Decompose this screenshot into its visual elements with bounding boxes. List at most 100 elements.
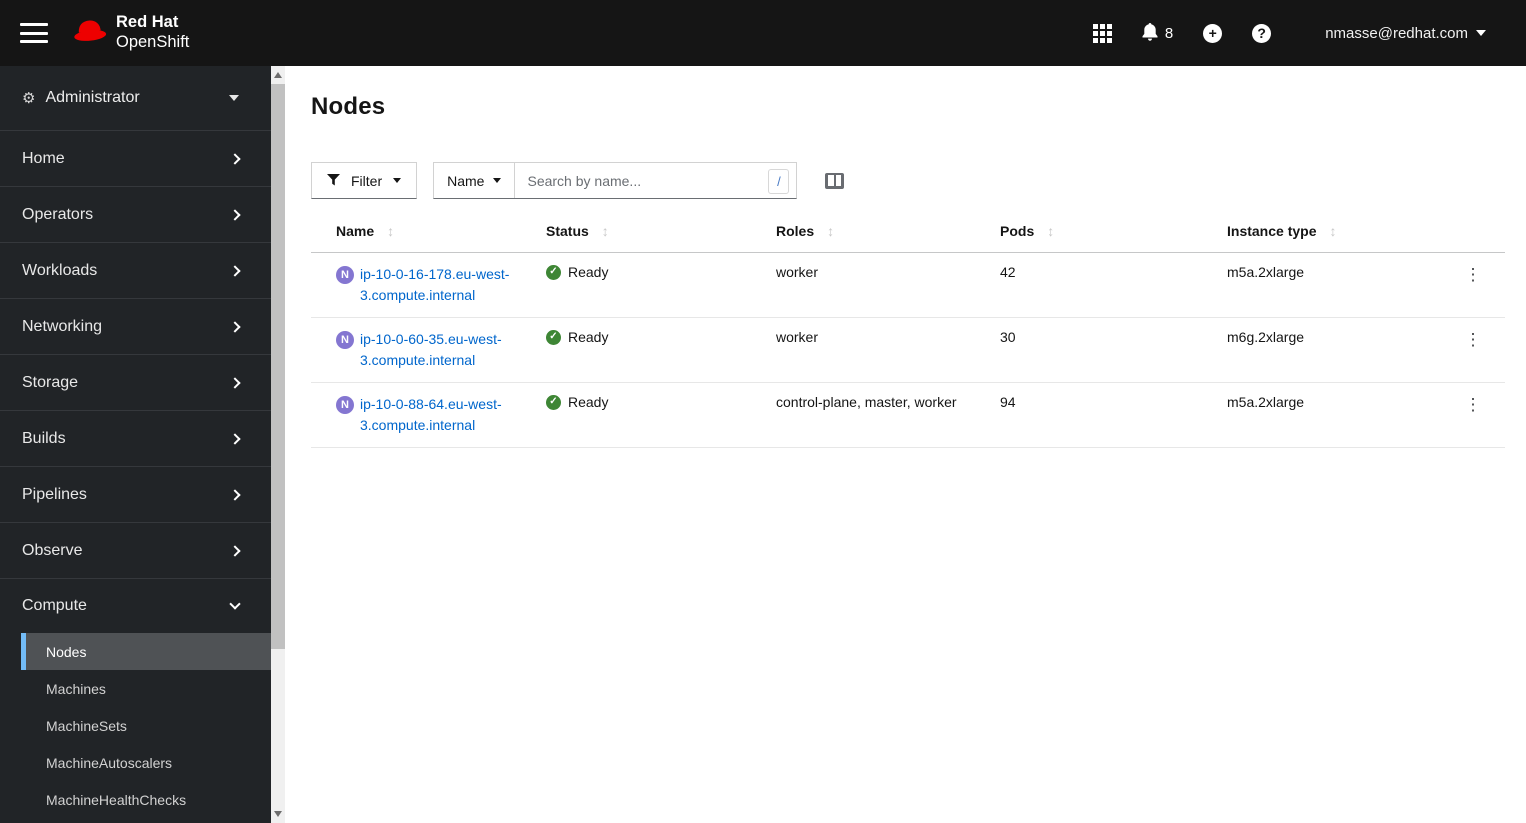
check-circle-icon: ✓ <box>546 264 561 280</box>
columns-icon <box>825 172 845 189</box>
sidebar-group-compute[interactable]: Compute <box>0 579 271 633</box>
pods-count: 94 <box>1000 394 1016 410</box>
chevron-right-icon <box>229 488 241 501</box>
kebab-menu-button[interactable]: ⋮ <box>1459 329 1488 350</box>
chevron-down-icon <box>229 598 241 610</box>
user-menu[interactable]: nmasse@redhat.com <box>1325 25 1486 42</box>
roles-text: worker <box>776 329 819 345</box>
table-row: N ip-10-0-16-178.eu-west-3.compute.inter… <box>311 252 1505 318</box>
instance-type-text: m6g.2xlarge <box>1227 329 1305 345</box>
scroll-down-icon[interactable] <box>274 811 282 817</box>
caret-down-icon <box>1476 30 1486 36</box>
sort-icon[interactable]: ↕ <box>1047 223 1054 239</box>
bell-icon <box>1142 22 1158 44</box>
attribute-label: Name <box>447 172 485 189</box>
kebab-menu-button[interactable]: ⋮ <box>1459 264 1488 285</box>
sidebar-item-networking[interactable]: Networking <box>0 299 271 355</box>
nodes-table: Name ↕ Status ↕ Roles ↕ Pods ↕ Instance type… <box>311 223 1505 448</box>
node-link[interactable]: ip-10-0-88-64.eu-west-3.compute.internal <box>360 394 522 436</box>
filter-dropdown[interactable]: Filter <box>311 162 418 199</box>
filter-funnel-icon <box>327 173 340 189</box>
filter-label: Filter <box>351 172 383 189</box>
node-link[interactable]: ip-10-0-60-35.eu-west-3.compute.internal <box>360 329 522 371</box>
app-launcher-button[interactable] <box>1092 23 1112 43</box>
pods-count: 30 <box>1000 329 1016 345</box>
kebab-menu-button[interactable]: ⋮ <box>1459 394 1488 415</box>
status-text: Ready <box>568 264 609 280</box>
caret-down-icon <box>229 95 239 101</box>
nav-toggle-button[interactable] <box>20 22 48 44</box>
scrollbar-thumb[interactable] <box>271 84 285 649</box>
manage-columns-button[interactable] <box>825 172 845 189</box>
sidebar-scrollbar[interactable] <box>271 66 285 823</box>
table-row: N ip-10-0-60-35.eu-west-3.compute.intern… <box>311 317 1505 383</box>
column-header-roles[interactable]: Roles ↕ <box>776 223 1000 253</box>
sidebar-item-nodes[interactable]: Nodes <box>21 633 271 670</box>
perspective-label: Administrator <box>45 89 140 106</box>
caret-down-icon <box>393 178 402 183</box>
sort-icon[interactable]: ↕ <box>387 223 394 239</box>
check-circle-icon: ✓ <box>546 329 561 345</box>
perspective-switcher[interactable]: ⚙ Administrator <box>0 66 271 131</box>
sidebar-item-machines[interactable]: Machines <box>0 670 271 707</box>
sidebar-item-pipelines[interactable]: Pipelines <box>0 467 271 523</box>
sidebar-item-machinehealthchecks[interactable]: MachineHealthChecks <box>0 781 271 818</box>
notification-count: 8 <box>1164 24 1174 42</box>
table-row: N ip-10-0-88-64.eu-west-3.compute.intern… <box>311 382 1505 448</box>
column-header-instance-type[interactable]: Instance type ↕ <box>1227 223 1449 253</box>
slash-shortcut-badge: / <box>768 169 790 194</box>
sidebar-item-builds[interactable]: Builds <box>0 411 271 467</box>
help-button[interactable]: ? <box>1252 23 1272 43</box>
chevron-right-icon <box>229 320 241 333</box>
cogs-icon: ⚙ <box>22 89 36 107</box>
masthead: Red Hat OpenShift 8 + ? nmasse@redhat.co… <box>0 0 1526 66</box>
openshift-logo: Red Hat OpenShift <box>73 13 189 53</box>
instance-type-text: m5a.2xlarge <box>1227 264 1305 280</box>
import-button[interactable]: + <box>1203 23 1223 43</box>
caret-down-icon <box>493 178 502 183</box>
sort-icon[interactable]: ↕ <box>827 223 834 239</box>
pods-count: 42 <box>1000 264 1016 280</box>
sidebar-item-home[interactable]: Home <box>0 131 271 187</box>
chevron-right-icon <box>229 432 241 445</box>
sidebar-item-storage[interactable]: Storage <box>0 355 271 411</box>
product-name: OpenShift <box>116 33 190 51</box>
chevron-right-icon <box>229 264 241 277</box>
search-attribute-dropdown[interactable]: Name <box>434 163 516 198</box>
chevron-right-icon <box>229 544 241 557</box>
sort-icon[interactable]: ↕ <box>1329 223 1336 239</box>
roles-text: worker <box>776 264 819 280</box>
chevron-right-icon <box>229 208 241 221</box>
column-header-status[interactable]: Status ↕ <box>546 223 776 253</box>
column-header-name[interactable]: Name ↕ <box>311 223 546 253</box>
search-group: Name / <box>433 162 798 199</box>
check-circle-icon: ✓ <box>546 394 561 410</box>
node-link[interactable]: ip-10-0-16-178.eu-west-3.compute.interna… <box>360 264 522 306</box>
chevron-right-icon <box>229 376 241 389</box>
sidebar-nav: ⚙ Administrator Home Operators Workloads… <box>0 66 271 823</box>
user-email: nmasse@redhat.com <box>1325 24 1468 42</box>
plus-circle-icon: + <box>1203 23 1223 43</box>
brand-name: Red Hat <box>116 13 179 32</box>
sidebar-item-workloads[interactable]: Workloads <box>0 243 271 299</box>
sort-icon[interactable]: ↕ <box>602 223 609 239</box>
status-text: Ready <box>568 329 609 345</box>
main-content: Nodes Filter Name / <box>285 66 1526 823</box>
sidebar-item-operators[interactable]: Operators <box>0 187 271 243</box>
chevron-right-icon <box>229 152 241 165</box>
sidebar-item-observe[interactable]: Observe <box>0 523 271 579</box>
column-header-pods[interactable]: Pods ↕ <box>1000 223 1227 253</box>
roles-text: control-plane, master, worker <box>776 394 957 410</box>
node-badge: N <box>336 331 354 349</box>
hamburger-icon <box>20 23 48 26</box>
node-badge: N <box>336 396 354 414</box>
page-title: Nodes <box>311 93 386 120</box>
instance-type-text: m5a.2xlarge <box>1227 394 1305 410</box>
search-input[interactable] <box>515 163 797 198</box>
sidebar-item-machineautoscalers[interactable]: MachineAutoscalers <box>0 744 271 781</box>
sidebar-item-machinesets[interactable]: MachineSets <box>0 707 271 744</box>
notifications-button[interactable]: 8 <box>1142 22 1174 44</box>
column-header-actions <box>1449 223 1505 253</box>
toolbar: Filter Name / <box>311 162 1505 199</box>
scroll-up-icon[interactable] <box>274 72 282 78</box>
